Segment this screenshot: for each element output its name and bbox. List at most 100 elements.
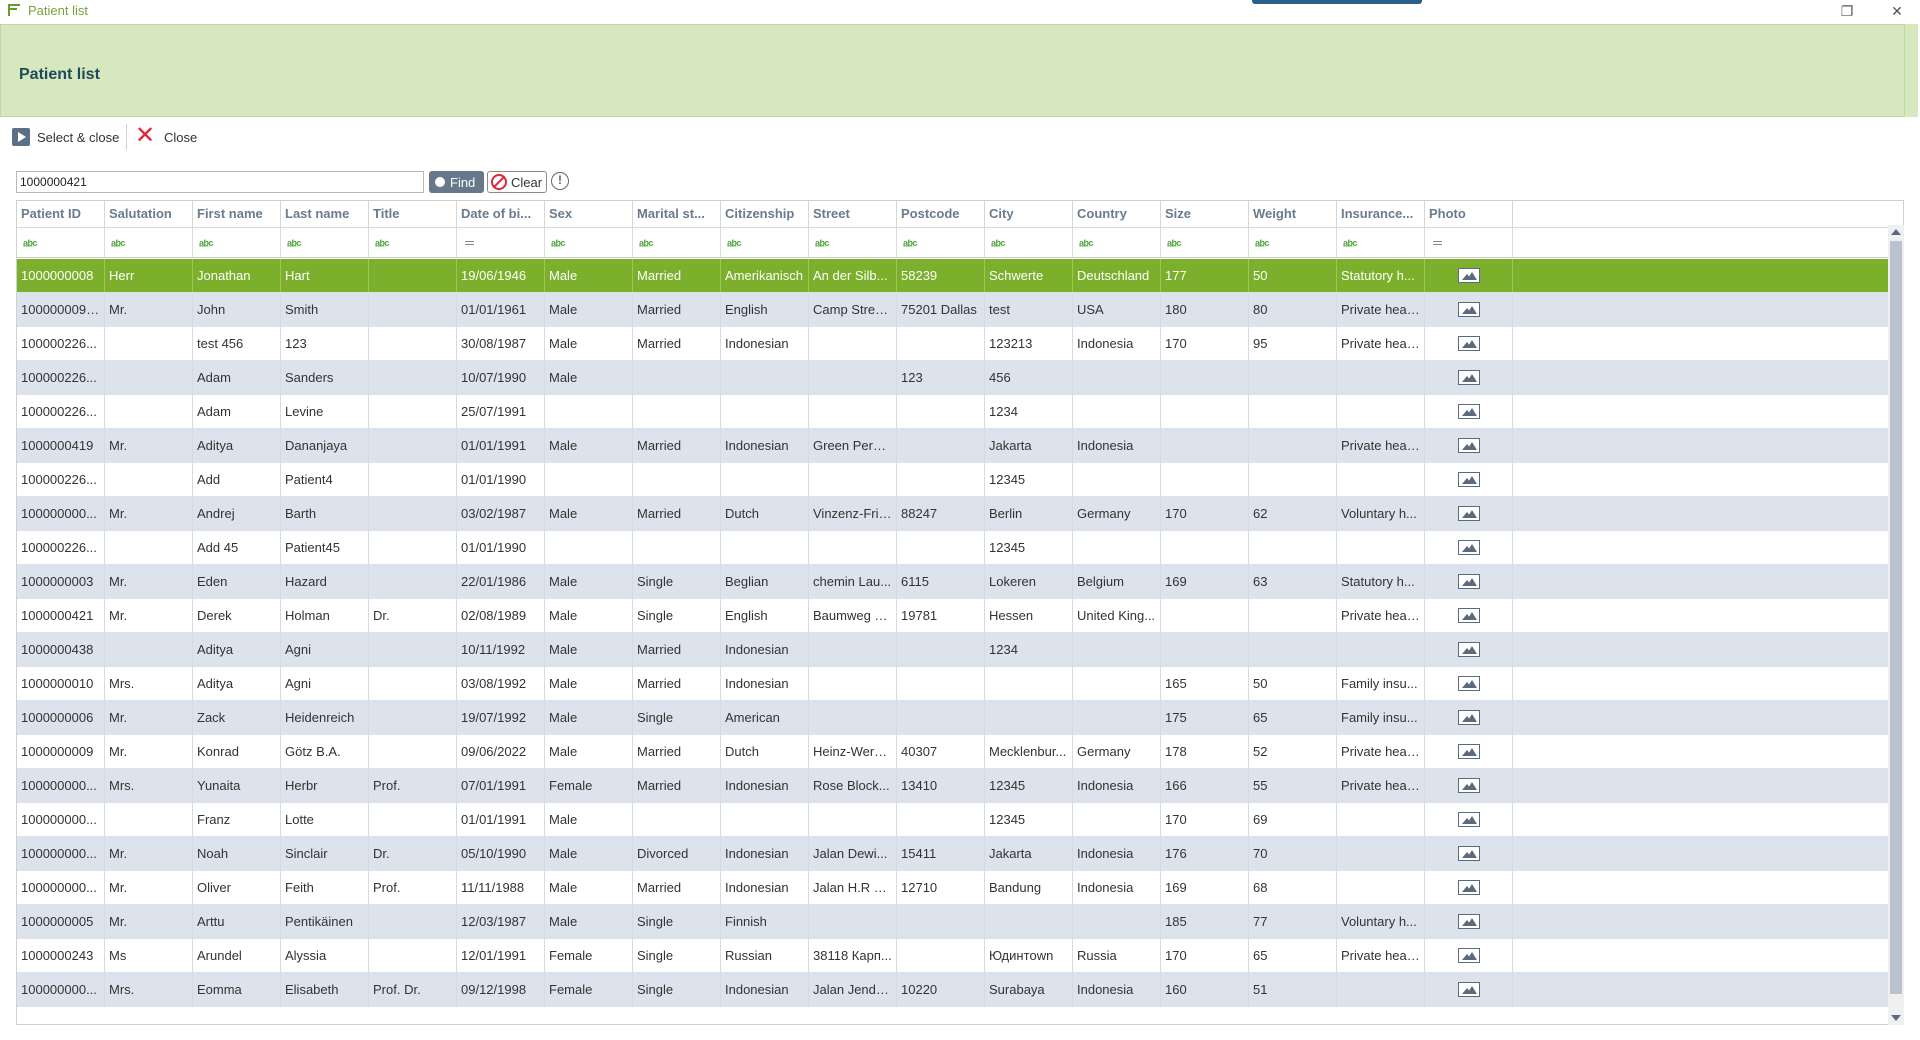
photo-icon[interactable] [1457,846,1480,861]
photo-icon[interactable] [1457,506,1480,521]
cell-size[interactable]: 177 [1161,259,1249,292]
cell-insurance[interactable] [1337,973,1425,1006]
cell-first-name[interactable]: Yunaita [193,769,281,802]
cell-country[interactable]: Indonesia [1073,769,1161,802]
cell-country[interactable]: United King... [1073,599,1161,632]
cell-city[interactable]: Bandung [985,871,1073,904]
cell-title[interactable] [369,429,457,462]
cell-postcode[interactable] [897,429,985,462]
photo-icon[interactable] [1457,438,1480,453]
photo-icon[interactable] [1457,744,1480,759]
cell-citizenship[interactable] [721,531,809,564]
cell-first-name[interactable]: Derek [193,599,281,632]
cell-size[interactable]: 180 [1161,293,1249,326]
cell-last-name[interactable]: Alyssia [281,939,369,972]
cell-title[interactable] [369,905,457,938]
cell-title[interactable] [369,565,457,598]
cell-street[interactable]: Green Perm... [809,429,897,462]
table-row[interactable]: 1000000006 Mr. Zack Heidenreich 19/07/1992 Ma… [17,701,1889,735]
cell-city[interactable]: Юдинтown [985,939,1073,972]
drag-handle[interactable] [1252,0,1422,4]
filter-cell-country[interactable]: a̲b̲c [1073,228,1161,258]
cell-marital-status[interactable]: Single [633,939,721,972]
cell-sex[interactable]: Male [545,667,633,700]
cell-size[interactable] [1161,361,1249,394]
equals-filter-icon[interactable] [465,241,474,245]
cell-last-name[interactable]: Agni [281,633,369,666]
cell-salutation[interactable]: Mr. [105,701,193,734]
cell-citizenship[interactable]: Russian [721,939,809,972]
cell-marital-status[interactable]: Married [633,497,721,530]
cell-date-of-birth[interactable]: 25/07/1991 [457,395,545,428]
cell-marital-status[interactable] [633,463,721,496]
cell-patient-id[interactable]: 10000000961 [17,293,105,326]
cell-patient-id[interactable]: 1000000005 [17,905,105,938]
cell-marital-status[interactable]: Married [633,633,721,666]
table-row[interactable]: 100000000... Mr. Oliver Feith Prof. 11/11/198… [17,871,1889,905]
cell-photo[interactable] [1425,701,1513,734]
clear-button[interactable]: Clear [487,171,547,193]
cell-citizenship[interactable] [721,361,809,394]
table-row[interactable]: 100000226... Add Patient4 01/01/1990 12345 [17,463,1889,497]
scroll-up-icon[interactable] [1891,229,1901,235]
table-row[interactable]: 1000000003 Mr. Eden Hazard 22/01/1986 Male Sin… [17,565,1889,599]
cell-patient-id[interactable]: 100000226... [17,463,105,496]
text-filter-icon[interactable]: a̲b̲c [727,238,743,248]
cell-salutation[interactable] [105,395,193,428]
cell-citizenship[interactable]: Indonesian [721,327,809,360]
column-header-city[interactable]: City [985,201,1073,227]
cell-patient-id[interactable]: 100000000... [17,871,105,904]
equals-filter-icon[interactable] [1433,241,1442,245]
cell-patient-id[interactable]: 100000000... [17,803,105,836]
column-header-street[interactable]: Street [809,201,897,227]
cell-size[interactable]: 170 [1161,327,1249,360]
cell-marital-status[interactable] [633,395,721,428]
column-header-salutation[interactable]: Salutation [105,201,193,227]
cell-salutation[interactable]: Mr. [105,497,193,530]
cell-size[interactable]: 175 [1161,701,1249,734]
cell-size[interactable]: 170 [1161,939,1249,972]
cell-insurance[interactable]: Private heal... [1337,769,1425,802]
cell-country[interactable]: USA [1073,293,1161,326]
cell-insurance[interactable]: Private heal... [1337,939,1425,972]
cell-last-name[interactable]: Dananjaya [281,429,369,462]
filter-cell-city[interactable]: a̲b̲c [985,228,1073,258]
cell-last-name[interactable]: Hazard [281,565,369,598]
cell-date-of-birth[interactable]: 19/06/1946 [457,259,545,292]
cell-citizenship[interactable]: Amerikanisch [721,259,809,292]
cell-date-of-birth[interactable]: 01/01/1990 [457,463,545,496]
filter-cell-insurance[interactable]: a̲b̲c [1337,228,1425,258]
text-filter-icon[interactable]: a̲b̲c [23,238,39,248]
cell-first-name[interactable]: test 456 [193,327,281,360]
cell-marital-status[interactable]: Divorced [633,837,721,870]
photo-icon[interactable] [1457,370,1480,385]
cell-photo[interactable] [1425,905,1513,938]
cell-photo[interactable] [1425,327,1513,360]
cell-patient-id[interactable]: 100000226... [17,531,105,564]
cell-date-of-birth[interactable]: 03/02/1987 [457,497,545,530]
cell-street[interactable]: Heinz-Wern... [809,735,897,768]
cell-date-of-birth[interactable]: 10/07/1990 [457,361,545,394]
cell-date-of-birth[interactable]: 09/12/1998 [457,973,545,1006]
photo-icon[interactable] [1457,710,1480,725]
cell-insurance[interactable] [1337,395,1425,428]
cell-marital-status[interactable] [633,803,721,836]
cell-citizenship[interactable]: Finnish [721,905,809,938]
cell-first-name[interactable]: Franz [193,803,281,836]
cell-city[interactable] [985,905,1073,938]
cell-postcode[interactable]: 123 [897,361,985,394]
cell-sex[interactable]: Female [545,939,633,972]
cell-title[interactable]: Dr. [369,599,457,632]
cell-insurance[interactable]: Private heal... [1337,293,1425,326]
cell-salutation[interactable]: Mr. [105,871,193,904]
cell-salutation[interactable] [105,531,193,564]
cell-country[interactable]: Indonesia [1073,837,1161,870]
cell-weight[interactable]: 69 [1249,803,1337,836]
cell-postcode[interactable]: 40307 [897,735,985,768]
cell-street[interactable] [809,463,897,496]
cell-sex[interactable]: Male [545,361,633,394]
cell-last-name[interactable]: 123 [281,327,369,360]
table-row[interactable]: 1000000010 Mrs. Aditya Agni 03/08/1992 Male Ma… [17,667,1889,701]
cell-last-name[interactable]: Smith [281,293,369,326]
find-button[interactable]: Find [429,171,484,193]
